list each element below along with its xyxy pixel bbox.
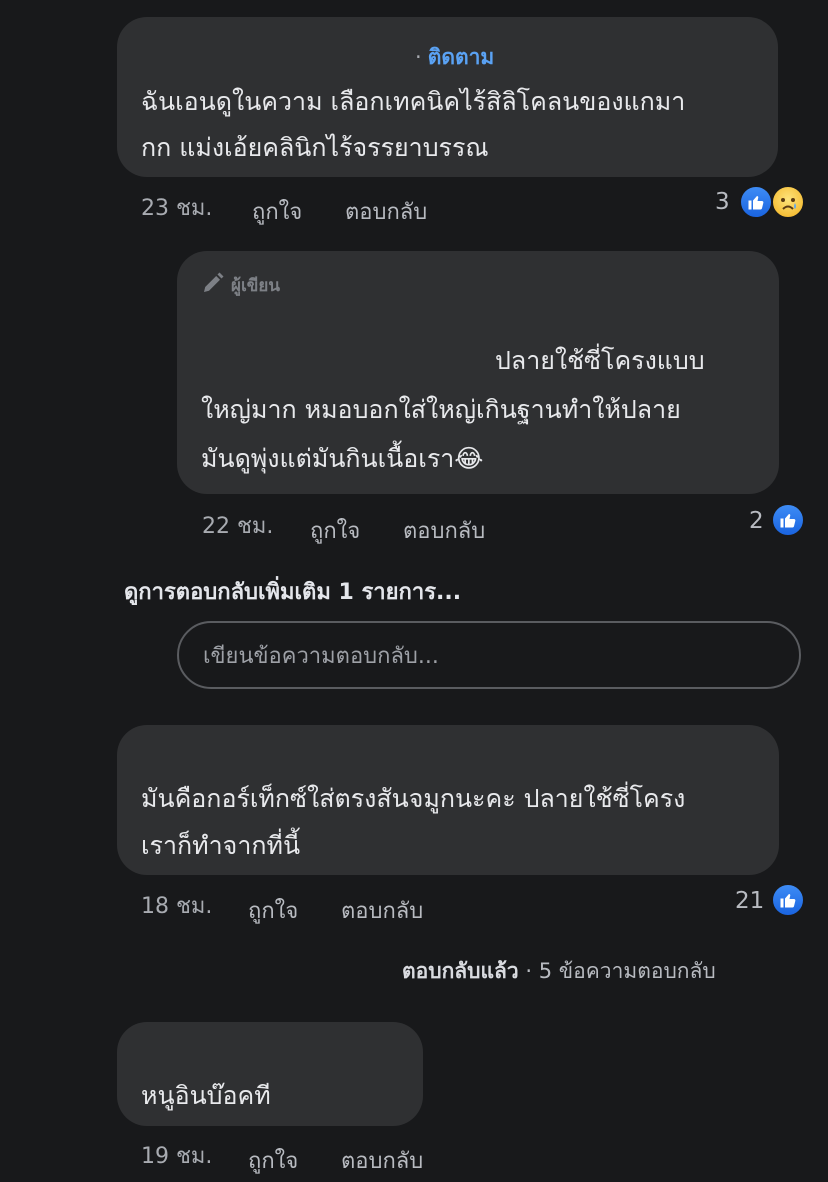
- reaction-count[interactable]: 2: [749, 508, 764, 534]
- comment-text-line: มันดูพุ่งแต่มันกินเนื้อเรา😂: [201, 444, 484, 473]
- like-action[interactable]: ถูกใจ: [248, 1143, 298, 1178]
- reply-action[interactable]: ตอบกลับ: [345, 194, 427, 229]
- reply-input[interactable]: เขียนข้อความตอบกลับ...: [177, 621, 801, 689]
- comment-bubble: หนูอินบ๊อคที: [117, 1022, 423, 1126]
- separator-dot: ·: [415, 45, 422, 69]
- like-action[interactable]: ถูกใจ: [248, 893, 298, 928]
- like-action[interactable]: ถูกใจ: [252, 194, 302, 229]
- reply-action[interactable]: ตอบกลับ: [341, 893, 423, 928]
- reply-action[interactable]: ตอบกลับ: [341, 1143, 423, 1178]
- comment-text-line: ปลายใช้ซี่โครงแบบ: [495, 346, 705, 375]
- comment-bubble: · ติดตาม ฉันเอนดูในความ เลือกเทคนิคไร้สิล…: [117, 17, 778, 177]
- comment-bubble: มันคือกอร์เท็กซ์ใส่ตรงสันจมูกนะคะ ปลายใช…: [117, 725, 779, 875]
- comment-time: 22 ชม.: [202, 514, 274, 539]
- comment-text-line: กก แม่งเอ้ยคลินิกไร้จรรยาบรรณ: [141, 133, 489, 162]
- like-icon: [739, 185, 773, 219]
- comment-text-line: เราก็ทำจากที่นี้: [141, 831, 301, 860]
- author-badge: ผู้เขียน: [201, 271, 280, 300]
- comment-text-line: ฉันเอนดูในความ เลือกเทคนิคไร้สิลิโคลนของ…: [141, 87, 686, 116]
- comment-text-line: มันคือกอร์เท็กซ์ใส่ตรงสันจมูกนะคะ ปลายใช…: [141, 784, 686, 813]
- replied-summary[interactable]: ตอบกลับแล้ว · 5 ข้อความตอบกลับ: [402, 955, 716, 988]
- pen-icon: [201, 271, 225, 300]
- replies-count: 5 ข้อความตอบกลับ: [538, 959, 716, 983]
- follow-label[interactable]: ติดตาม: [428, 45, 495, 69]
- reply-input-placeholder: เขียนข้อความตอบกลับ...: [203, 643, 439, 669]
- follow-link[interactable]: · ติดตาม: [415, 41, 494, 74]
- separator-dot: ·: [525, 959, 539, 983]
- reaction-count[interactable]: 3: [715, 189, 730, 215]
- comment-time: 18 ชม.: [141, 894, 213, 919]
- view-more-replies[interactable]: ดูการตอบกลับเพิ่มเติม 1 รายการ...: [124, 574, 461, 609]
- sad-icon: [771, 185, 805, 219]
- reply-bubble: ผู้เขียน ปลายใช้ซี่โครงแบบ ใหญ่มาก หมอบอ…: [177, 251, 779, 494]
- reaction-count[interactable]: 21: [735, 888, 764, 914]
- comment-time: 19 ชม.: [141, 1144, 213, 1169]
- reply-action[interactable]: ตอบกลับ: [403, 513, 485, 548]
- like-icon: [771, 883, 805, 917]
- like-action[interactable]: ถูกใจ: [310, 513, 360, 548]
- author-label: ผู้เขียน: [231, 276, 280, 296]
- comment-time: 23 ชม.: [141, 196, 213, 221]
- like-icon: [771, 503, 805, 537]
- replied-label: ตอบกลับแล้ว: [402, 959, 519, 983]
- comment-text-line: ใหญ่มาก หมอบอกใส่ใหญ่เกินฐานทำให้ปลาย: [201, 395, 681, 424]
- comment-text-line: หนูอินบ๊อคที: [141, 1081, 271, 1110]
